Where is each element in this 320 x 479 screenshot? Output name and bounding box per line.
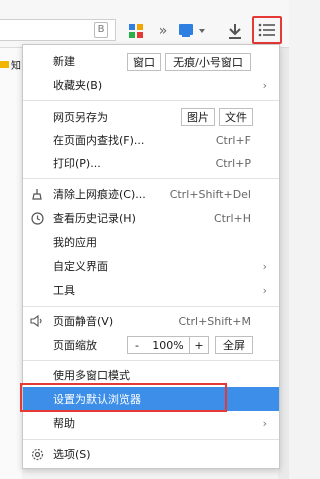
- menu-separator: [23, 360, 279, 361]
- menu-item-my-apps[interactable]: 我的应用: [23, 230, 279, 254]
- zoom-out-button[interactable]: -: [127, 336, 147, 354]
- menu-item-label: 工具: [53, 284, 75, 297]
- menu-item-label: 页面缩放: [53, 339, 97, 352]
- menu-item-label: 帮助: [53, 417, 75, 430]
- download-icon[interactable]: [226, 20, 244, 42]
- menu-item-shortcut: Ctrl+P: [215, 156, 251, 170]
- menu-item-favorites[interactable]: 收藏夹(B) ›: [23, 73, 279, 97]
- menu-item-shortcut: Ctrl+Shift+Del: [169, 187, 251, 201]
- address-bar[interactable]: B: [0, 19, 116, 41]
- fullscreen-button[interactable]: 全屏: [215, 336, 253, 354]
- menu-item-label: 清除上网痕迹(C)...: [53, 188, 146, 201]
- menu-item-history[interactable]: 查看历史记录(H) Ctrl+H: [23, 206, 279, 230]
- more-chevron-icon[interactable]: »: [155, 20, 171, 42]
- save-as-image-button[interactable]: 图片: [181, 108, 215, 126]
- menu-item-label: 网页另存为: [53, 111, 108, 124]
- menu-item-mute[interactable]: 页面静音(V) Ctrl+Shift+M: [23, 309, 279, 333]
- submenu-arrow-icon: ›: [262, 259, 267, 273]
- address-b-button[interactable]: B: [94, 22, 108, 38]
- menu-item-options[interactable]: 选项(S): [23, 442, 279, 466]
- bookmark-item[interactable]: 知: [0, 57, 22, 72]
- page-content-left: [0, 48, 22, 479]
- menu-item-label: 使用多窗口模式: [53, 369, 130, 382]
- menu-item-help[interactable]: 帮助 ›: [23, 411, 279, 435]
- menu-separator: [23, 178, 279, 179]
- screenshot-tool-icon[interactable]: [178, 20, 208, 42]
- new-incognito-window-button[interactable]: 无痕/小号窗口: [165, 53, 251, 71]
- menu-separator: [23, 100, 279, 101]
- menu-item-label: 打印(P)...: [53, 157, 101, 170]
- submenu-arrow-icon: ›: [262, 416, 267, 430]
- menu-separator: [23, 306, 279, 307]
- menu-item-label: 我的应用: [53, 236, 97, 249]
- menu-item-label: 在页面内查找(F)...: [53, 134, 145, 147]
- apps-grid-icon[interactable]: [126, 20, 146, 42]
- folder-icon: [0, 61, 9, 68]
- menu-item-tools[interactable]: 工具 ›: [23, 278, 279, 302]
- submenu-arrow-icon: ›: [262, 78, 267, 92]
- annotation-highlight-box: [20, 383, 227, 412]
- browser-toolbar: B »: [0, 0, 289, 48]
- clock-icon: [30, 211, 44, 225]
- menu-item-label: 收藏夹(B): [53, 79, 103, 92]
- menu-item-clear-traces[interactable]: 清除上网痕迹(C)... Ctrl+Shift+Del: [23, 182, 279, 206]
- new-window-button[interactable]: 窗口: [127, 53, 161, 71]
- menu-item-customize[interactable]: 自定义界面 ›: [23, 254, 279, 278]
- menu-item-label: 自定义界面: [53, 260, 108, 273]
- menu-item-shortcut: Ctrl+Shift+M: [178, 314, 252, 328]
- menu-item-label: 页面静音(V): [53, 315, 114, 328]
- bookmark-label: 知: [11, 60, 21, 72]
- submenu-arrow-icon: ›: [262, 283, 267, 297]
- save-as-file-button[interactable]: 文件: [219, 108, 253, 126]
- menu-separator: [23, 439, 279, 440]
- menu-item-print[interactable]: 打印(P)... Ctrl+P: [23, 151, 279, 175]
- menu-item-shortcut: Ctrl+H: [213, 211, 251, 225]
- menu-item-find[interactable]: 在页面内查找(F)... Ctrl+F: [23, 128, 279, 152]
- zoom-in-button[interactable]: +: [189, 336, 209, 354]
- menu-list-icon: [258, 23, 275, 37]
- menu-item-shortcut: Ctrl+F: [215, 133, 251, 147]
- speaker-icon: [30, 314, 44, 328]
- broom-icon: [30, 187, 44, 201]
- menu-item-label: 选项(S): [53, 448, 91, 461]
- zoom-level-value: 100%: [146, 336, 190, 354]
- gear-icon: [30, 447, 44, 461]
- main-menu-button[interactable]: [252, 16, 282, 44]
- menu-item-label: 新建: [53, 55, 75, 68]
- menu-item-label: 查看历史记录(H): [53, 212, 136, 225]
